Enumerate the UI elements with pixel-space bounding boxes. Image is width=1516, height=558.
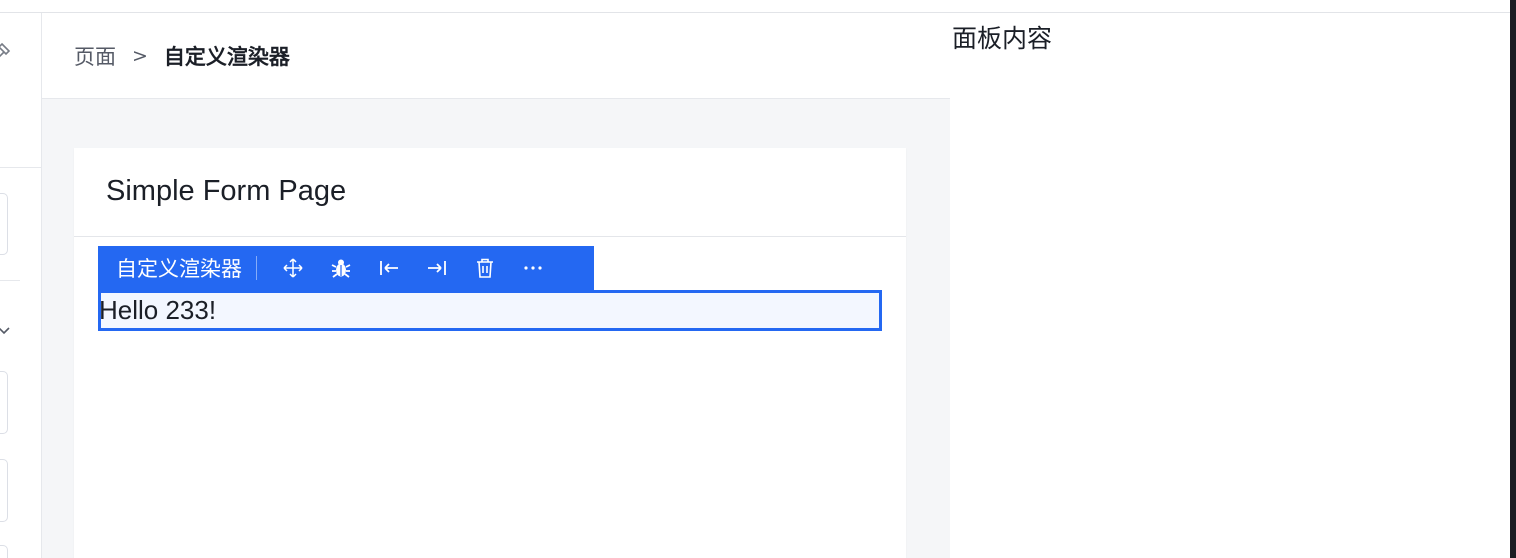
editor-window: 页面 > 自定义渲染器 Simple Form Page 自定义渲染器 Hell… (0, 0, 1516, 558)
sidebar-item-box[interactable] (0, 545, 8, 558)
move-button[interactable] (269, 246, 317, 290)
page-title: Simple Form Page (106, 175, 347, 207)
breadcrumb-separator: > (132, 45, 148, 67)
side-panel: 面板内容 (950, 13, 1510, 558)
more-icon (524, 266, 542, 270)
insert-before-icon (380, 261, 398, 275)
sidebar-divider (0, 167, 42, 168)
insert-after-icon (428, 261, 446, 275)
breadcrumb-current: 自定义渲染器 (163, 45, 290, 69)
insert-after-button[interactable] (413, 246, 461, 290)
breadcrumb: 页面 > 自定义渲染器 (74, 41, 290, 71)
left-sidebar (0, 13, 42, 558)
chevron-down-icon[interactable] (0, 323, 11, 337)
sidebar-item-box[interactable] (0, 193, 8, 255)
sidebar-divider (0, 280, 20, 281)
preview-area: 页面 > 自定义渲染器 Simple Form Page 自定义渲染器 Hell… (42, 13, 950, 558)
renderer-output-text: Hello 233! (99, 295, 217, 325)
selected-custom-renderer[interactable]: Hello 233! (98, 290, 882, 331)
window-edge (1510, 0, 1516, 558)
component-toolbar: 自定义渲染器 (98, 246, 594, 290)
card-header: Simple Form Page (74, 148, 906, 237)
sidebar-item-box[interactable] (0, 459, 8, 522)
form-page-card: Simple Form Page 自定义渲染器 Hello 233! (74, 148, 906, 558)
insert-before-button[interactable] (365, 246, 413, 290)
breadcrumb-bar: 页面 > 自定义渲染器 (42, 13, 950, 99)
sidebar-item-box[interactable] (0, 371, 8, 434)
breadcrumb-parent[interactable]: 页面 (74, 41, 116, 71)
debug-icon (331, 259, 351, 278)
delete-icon (477, 258, 493, 278)
panel-content-text: 面板内容 (952, 24, 1053, 53)
debug-button[interactable] (317, 246, 365, 290)
move-icon (283, 258, 303, 278)
delete-button[interactable] (461, 246, 509, 290)
toolbar-divider (256, 256, 257, 280)
pin-icon[interactable] (0, 41, 16, 61)
component-type-label: 自定义渲染器 (116, 257, 242, 281)
more-button[interactable] (509, 246, 557, 290)
